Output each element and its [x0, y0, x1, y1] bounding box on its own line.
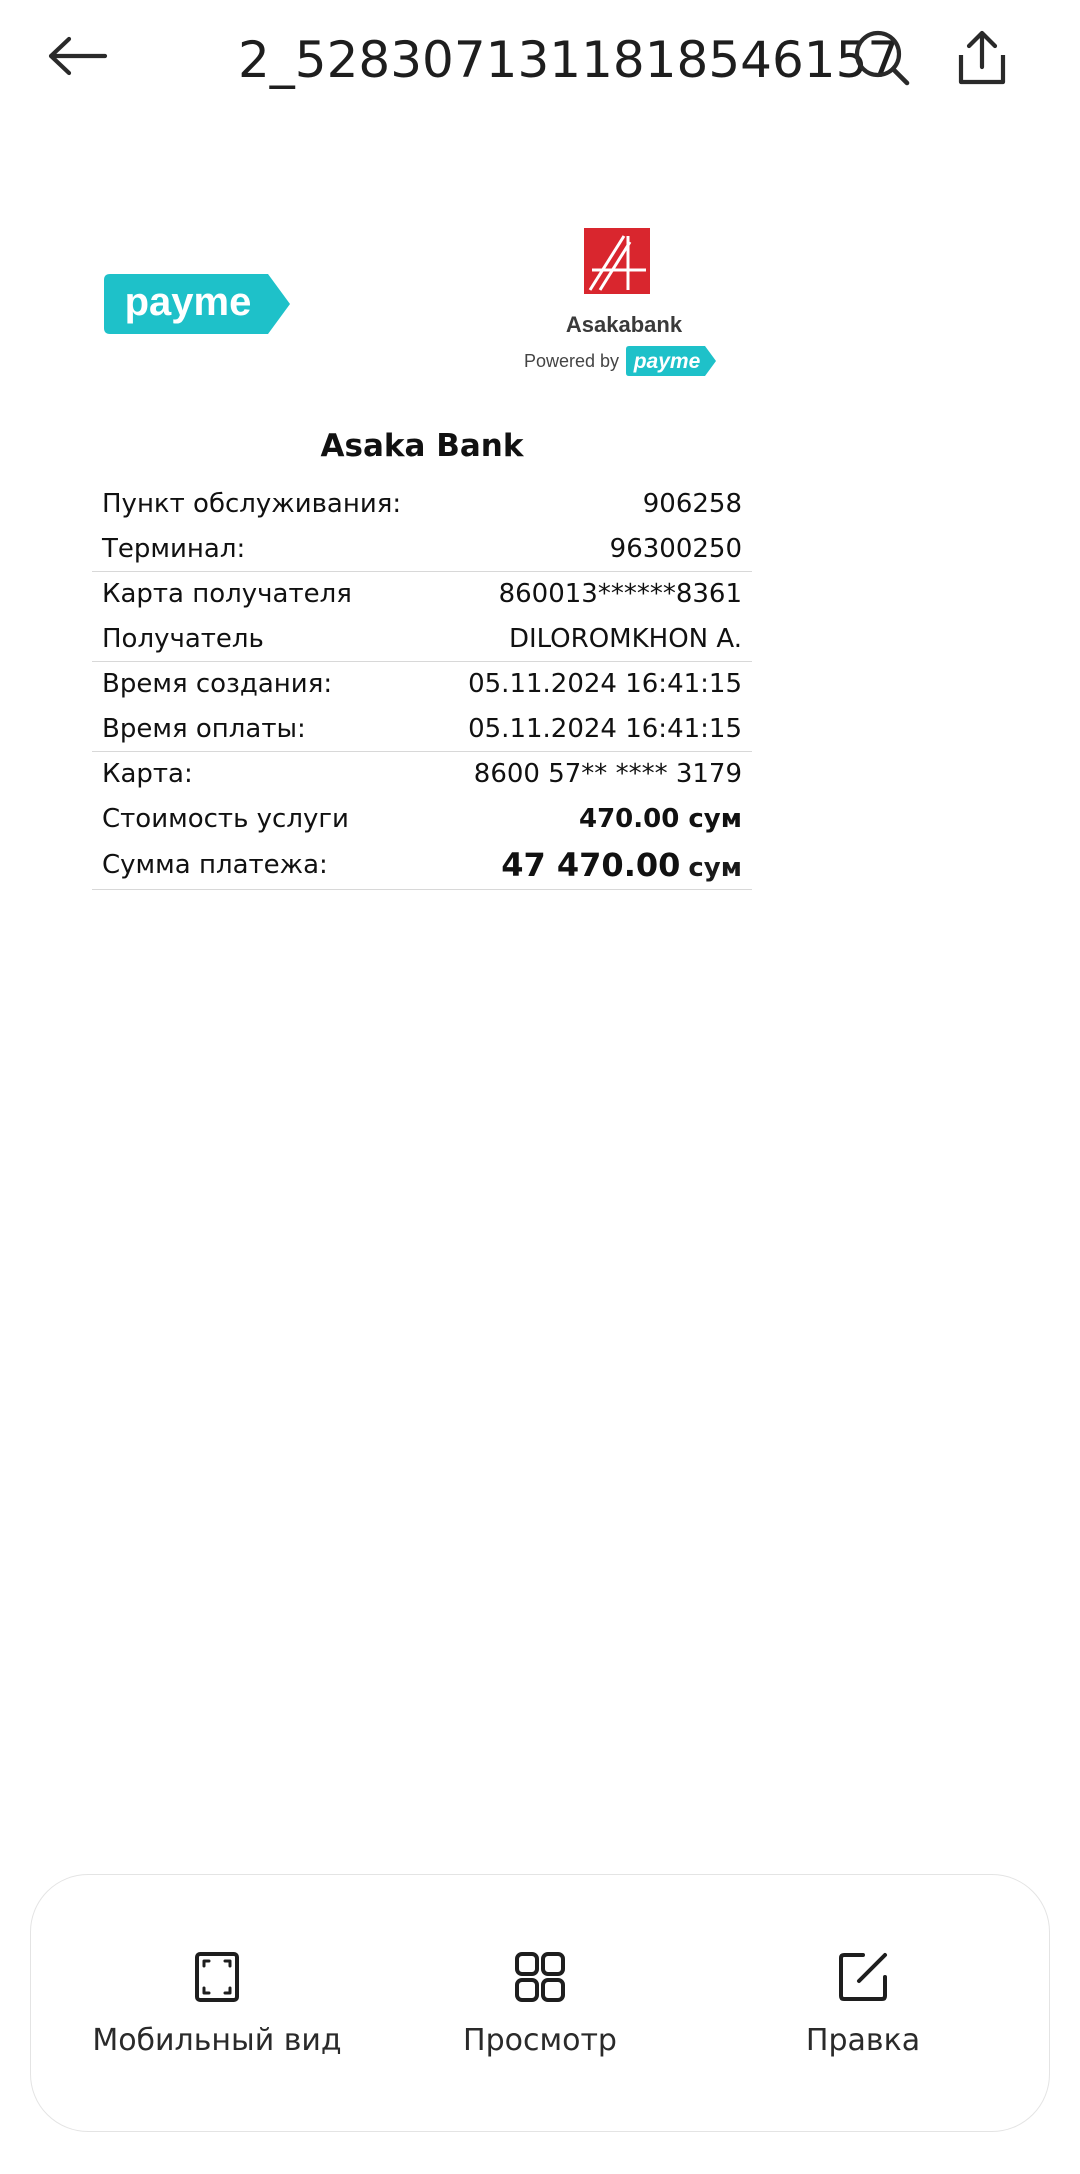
search-button[interactable] [848, 26, 916, 94]
row-value: 906258 [642, 489, 742, 520]
row-label: Время оплаты: [102, 713, 306, 744]
time-group: Время создания: 05.11.2024 16:41:15 Врем… [92, 662, 752, 752]
row-label: Получатель [102, 623, 264, 654]
edit-label: Правка [805, 2023, 921, 2058]
row-value: 05.11.2024 16:41:15 [468, 713, 742, 744]
row-label: Карта получателя [102, 579, 352, 610]
edit-icon [831, 1945, 895, 2009]
mobile-view-label: Мобильный вид [92, 2023, 342, 2058]
row-value: 05.11.2024 16:41:15 [468, 669, 742, 700]
preview-label: Просмотр [463, 2023, 617, 2058]
pdf-viewer-screen: 2_5283071311818546157 payme Asakabank Po… [0, 0, 1080, 2174]
row-label: Время создания: [102, 669, 333, 700]
table-row: Карта получателя 860013******8361 [92, 572, 752, 617]
asakabank-mark-icon [584, 228, 650, 294]
table-row: Пункт обслуживания: 906258 [92, 482, 752, 527]
svg-text:payme: payme [633, 350, 701, 373]
row-label: Пункт обслуживания: [102, 489, 402, 520]
row-value: 860013******8361 [498, 579, 742, 610]
payme-small-logo: payme [626, 346, 717, 376]
table-row: Карта: 8600 57** **** 3179 [92, 752, 752, 797]
share-icon [956, 29, 1008, 91]
fullscreen-icon [185, 1945, 249, 2009]
table-row: Получатель DILOROMKHON A. [92, 617, 752, 662]
bottom-action-panel: Мобильный вид Просмотр Правка [30, 1874, 1050, 2132]
document-title: 2_5283071311818546157 [238, 31, 900, 89]
payment-group: Карта: 8600 57** **** 3179 Стоимость усл… [92, 752, 752, 890]
table-row: Время оплаты: 05.11.2024 16:41:15 [92, 707, 752, 752]
total-amount-unit: сум [688, 853, 742, 883]
table-row: Время создания: 05.11.2024 16:41:15 [92, 662, 752, 707]
receipt-table: Пункт обслуживания: 906258 Терминал: 963… [92, 482, 752, 890]
payme-logo: payme [102, 272, 292, 336]
asakabank-logo: Asakabank Powered by payme [524, 228, 724, 388]
mobile-view-button[interactable]: Мобильный вид [67, 1945, 367, 2065]
search-icon [852, 28, 912, 92]
svg-text:payme: payme [125, 280, 252, 324]
top-bar: 2_5283071311818546157 [0, 0, 1080, 120]
total-amount: 47 470.00 сум [501, 846, 742, 884]
recipient-group: Карта получателя 860013******8361 Получа… [92, 572, 752, 662]
total-amount-value: 47 470.00 [501, 846, 681, 884]
row-label: Терминал: [102, 533, 246, 564]
service-fee-value: 470.00 сум [579, 803, 742, 834]
back-button[interactable] [40, 22, 116, 94]
arrow-left-icon [47, 36, 109, 80]
share-button[interactable] [948, 24, 1016, 96]
row-value: DILOROMKHON A. [508, 623, 742, 654]
row-label: Карта: [102, 759, 193, 790]
row-label: Сумма платежа: [102, 850, 328, 880]
service-group: Пункт обслуживания: 906258 Терминал: 963… [92, 482, 752, 572]
bank-name: Asaka Bank [320, 428, 524, 464]
table-row: Стоимость услуги 470.00 сум [92, 797, 752, 842]
powered-by-row: Powered by payme [524, 344, 744, 378]
preview-button[interactable]: Просмотр [390, 1945, 690, 2065]
edit-button[interactable]: Правка [713, 1945, 1013, 2065]
asakabank-logo-text: Asakabank [565, 312, 683, 337]
table-row: Сумма платежа: 47 470.00 сум [92, 841, 752, 889]
row-label: Стоимость услуги [102, 803, 349, 834]
powered-by-text: Powered by [524, 350, 620, 371]
row-value: 8600 57** **** 3179 [473, 759, 742, 790]
table-row: Терминал: 96300250 [92, 527, 752, 572]
grid-icon [508, 1945, 572, 2009]
row-value: 96300250 [609, 533, 742, 564]
